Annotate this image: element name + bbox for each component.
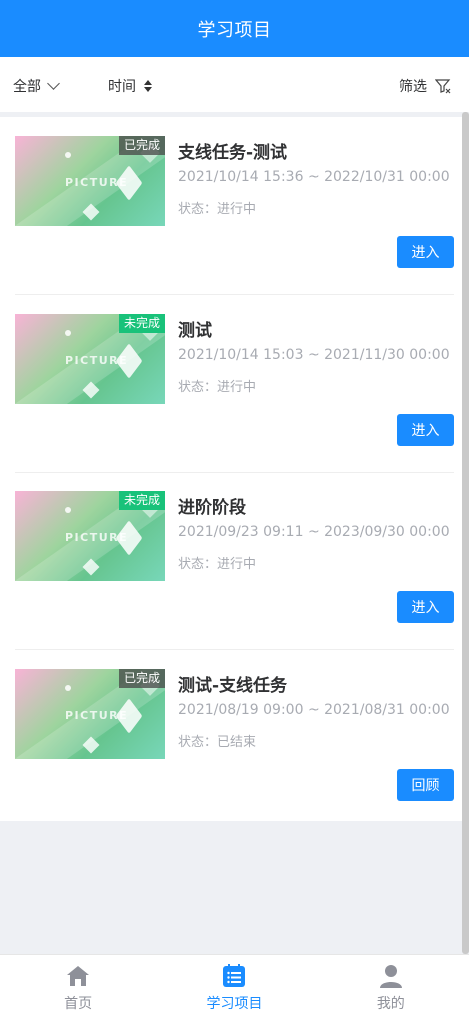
- project-thumbnail[interactable]: PICTURE 未完成: [15, 314, 165, 404]
- review-button[interactable]: 回顾: [397, 769, 454, 801]
- status-badge: 未完成: [118, 314, 165, 333]
- filter-icon: [435, 79, 451, 94]
- project-card: PICTURE 已完成 支线任务-测试 2021/10/14 15:36 ~ 2…: [0, 117, 462, 295]
- enter-button[interactable]: 进入: [397, 414, 454, 446]
- project-list: PICTURE 已完成 支线任务-测试 2021/10/14 15:36 ~ 2…: [0, 117, 462, 821]
- project-title[interactable]: 进阶阶段: [178, 493, 246, 518]
- project-card: PICTURE 未完成 测试 2021/10/14 15:03 ~ 2021/1…: [0, 295, 462, 473]
- tab-mine-label: 我的: [376, 996, 405, 1012]
- project-date-range: 2021/09/23 09:11 ~ 2023/09/30 00:00: [178, 524, 450, 540]
- sort-time-button[interactable]: 时间: [108, 76, 152, 96]
- project-date-range: 2021/08/19 09:00 ~ 2021/08/31 00:00: [178, 702, 450, 718]
- filter-all-label: 全部: [13, 79, 41, 95]
- enter-button[interactable]: 进入: [397, 591, 454, 623]
- app-header: 学习项目: [0, 0, 469, 57]
- user-icon: [379, 965, 402, 988]
- project-thumbnail[interactable]: PICTURE 未完成: [15, 491, 165, 581]
- tab-home[interactable]: 首页: [0, 955, 156, 1016]
- project-status: 状态：进行中: [178, 202, 257, 217]
- project-status: 状态：已结束: [178, 735, 257, 750]
- project-card: PICTURE 未完成 进阶阶段 2021/09/23 09:11 ~ 2023…: [0, 472, 462, 650]
- project-title[interactable]: 测试-支线任务: [178, 671, 287, 696]
- project-status: 状态：进行中: [178, 557, 257, 572]
- project-title[interactable]: 测试: [178, 316, 212, 341]
- project-date-range: 2021/10/14 15:03 ~ 2021/11/30 00:00: [178, 347, 450, 363]
- home-icon: [67, 966, 90, 986]
- tab-home-label: 首页: [64, 996, 93, 1012]
- tab-projects[interactable]: 学习项目: [156, 955, 312, 1016]
- chevron-down-icon: [47, 77, 60, 90]
- project-title[interactable]: 支线任务-测试: [178, 138, 287, 163]
- status-badge: 未完成: [118, 491, 165, 510]
- filter-all-dropdown[interactable]: 全部: [13, 76, 60, 96]
- filter-label: 筛选: [399, 79, 427, 95]
- project-thumbnail[interactable]: PICTURE 已完成: [15, 669, 165, 759]
- bottom-tab-bar: 首页 学习项目 我的: [0, 954, 469, 1016]
- project-thumbnail[interactable]: PICTURE 已完成: [15, 136, 165, 226]
- tab-projects-label: 学习项目: [206, 996, 263, 1012]
- filter-bar: 全部 时间 筛选: [0, 57, 469, 112]
- tab-mine[interactable]: 我的: [313, 955, 469, 1016]
- sort-icon: [144, 80, 152, 92]
- enter-button[interactable]: 进入: [397, 236, 454, 268]
- status-badge: 已完成: [118, 136, 165, 155]
- list-icon: [223, 964, 246, 987]
- project-date-range: 2021/10/14 15:36 ~ 2022/10/31 00:00: [178, 169, 450, 185]
- sort-time-label: 时间: [108, 79, 136, 95]
- project-card: PICTURE 已完成 测试-支线任务 2021/08/19 09:00 ~ 2…: [0, 650, 462, 828]
- status-badge: 已完成: [118, 669, 165, 688]
- filter-button[interactable]: 筛选: [399, 76, 451, 96]
- scrollbar[interactable]: [462, 112, 469, 954]
- page-title: 学习项目: [197, 19, 272, 41]
- project-status: 状态：进行中: [178, 380, 257, 395]
